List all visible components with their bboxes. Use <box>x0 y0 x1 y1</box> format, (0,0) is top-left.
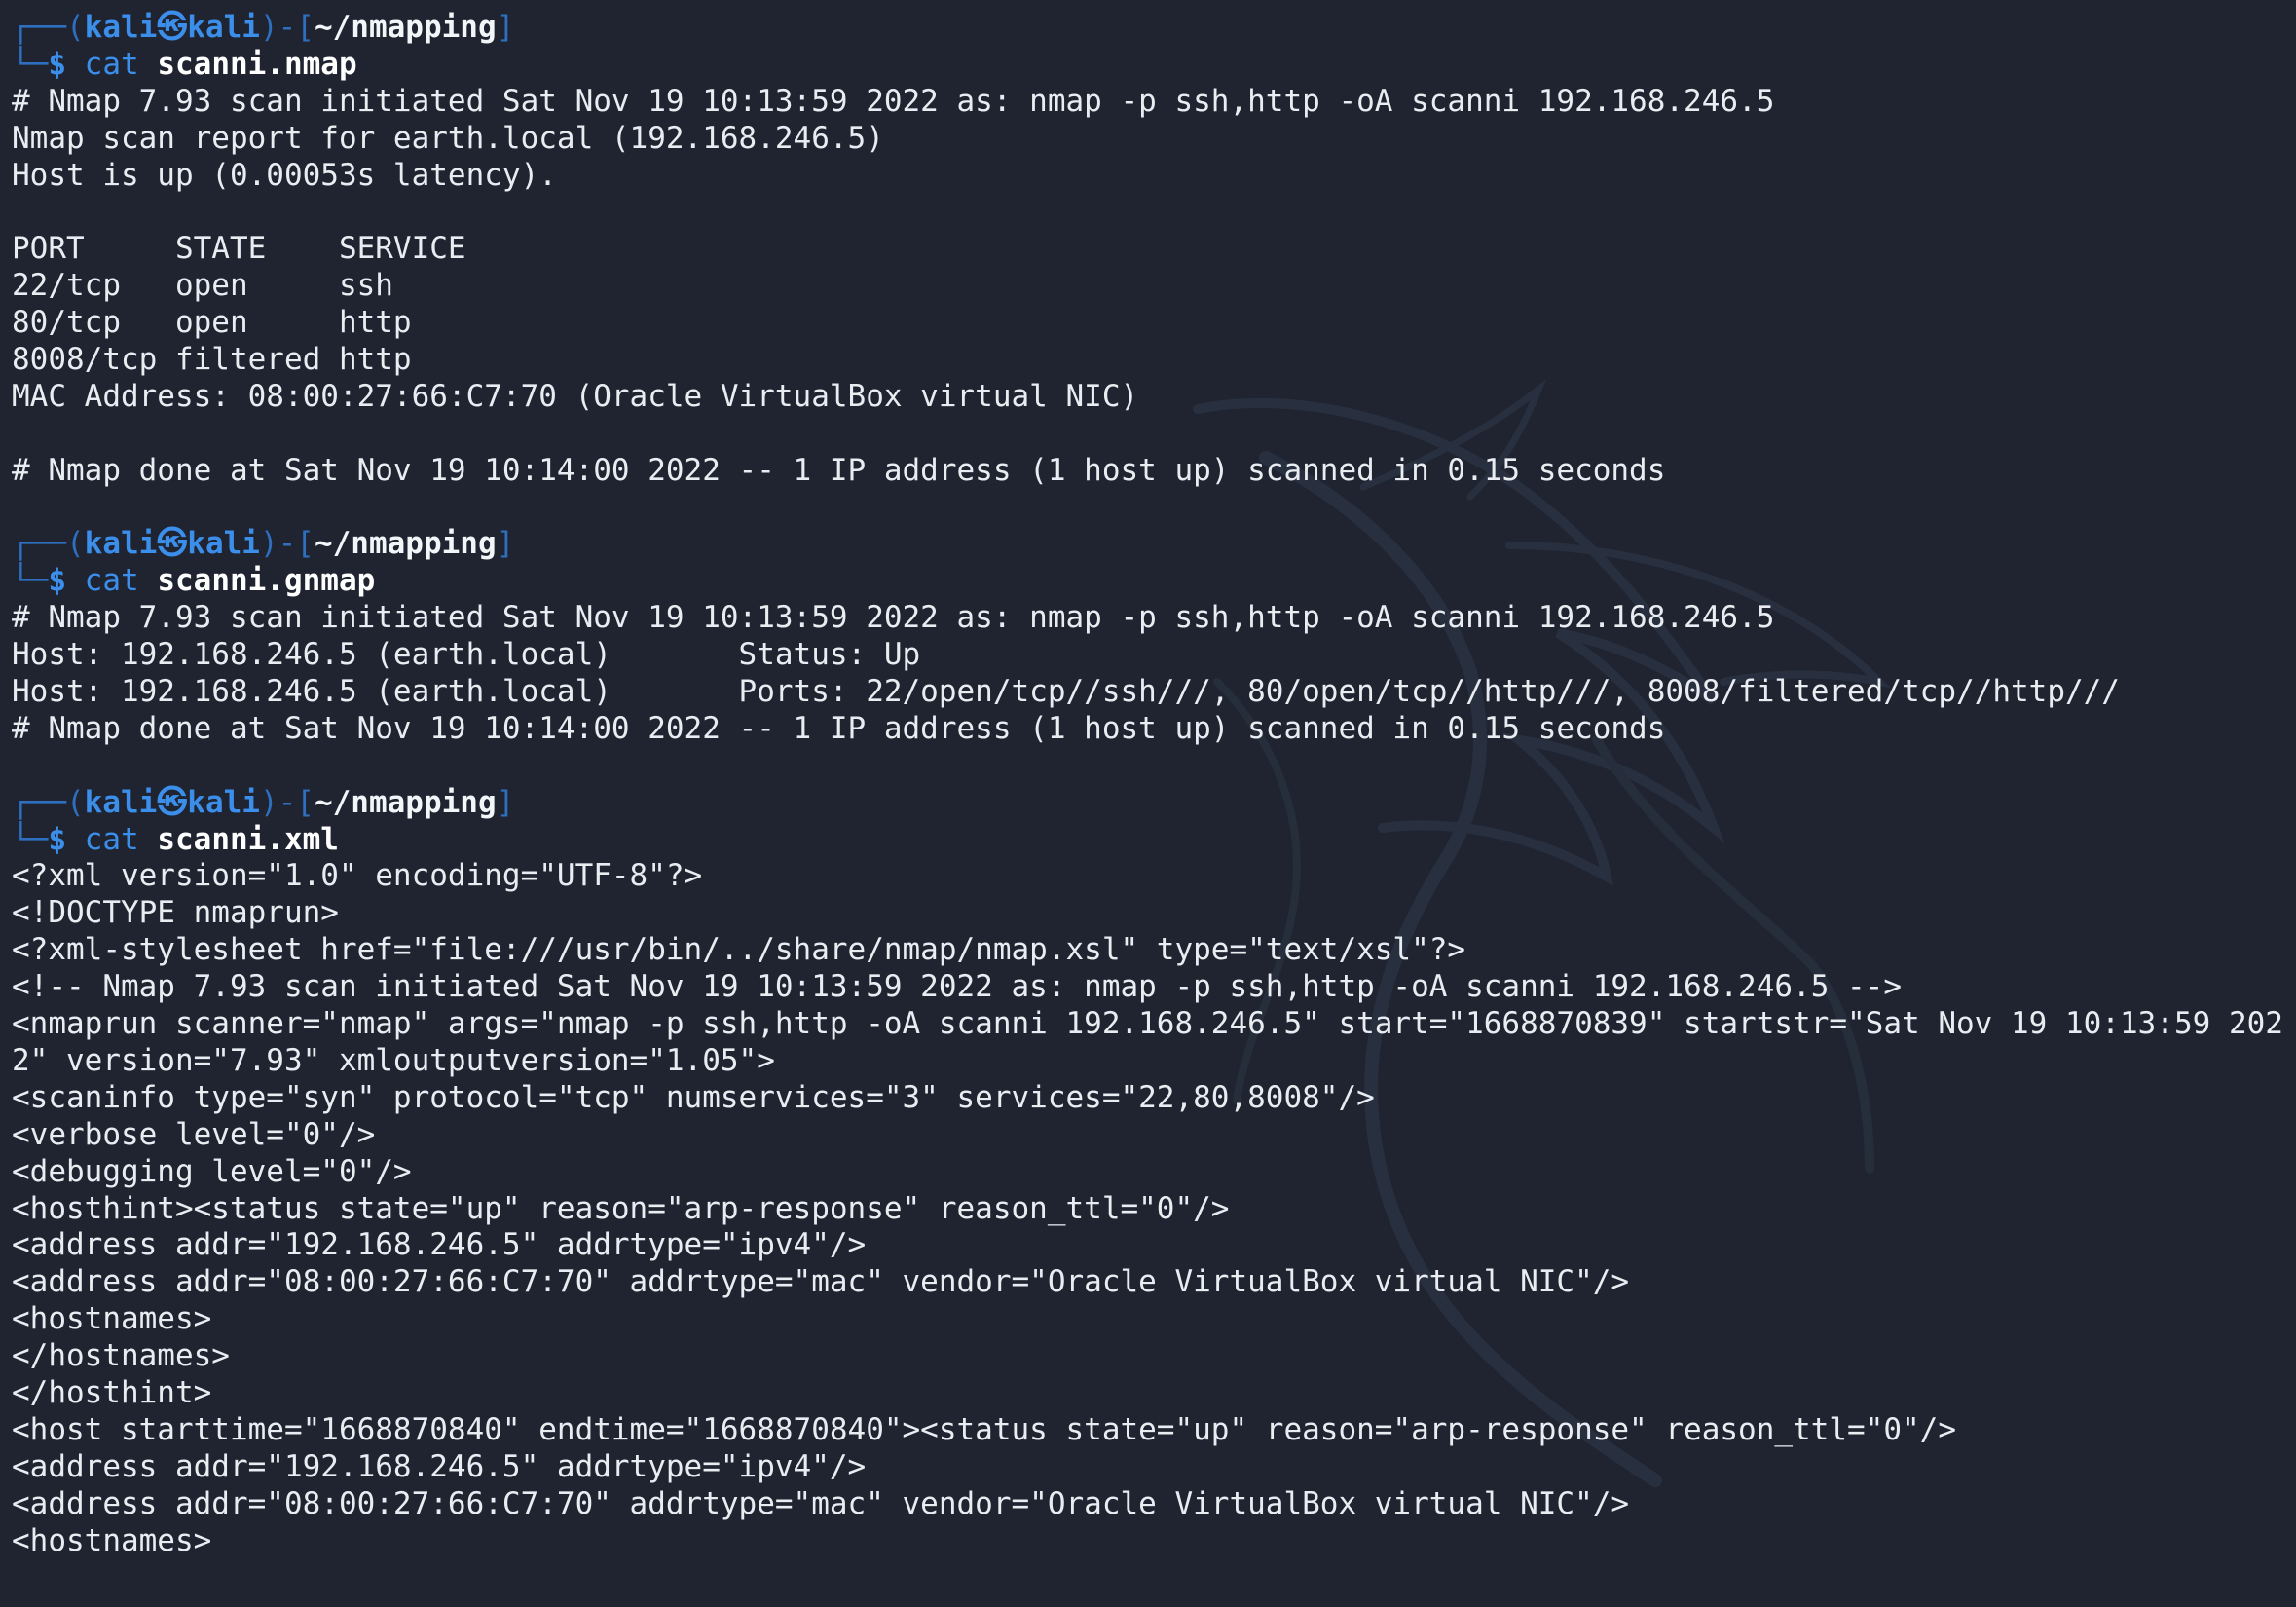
prompt-frame-open: ┌──( <box>12 526 85 562</box>
prompt-frame-mid: )-[ <box>259 526 315 562</box>
output-line: <host starttime="1668870840" endtime="16… <box>12 1411 1957 1447</box>
command-name: cat <box>84 563 139 599</box>
output-line: # Nmap done at Sat Nov 19 10:14:00 2022 … <box>12 452 1666 488</box>
output-line: # Nmap done at Sat Nov 19 10:14:00 2022 … <box>12 710 1666 746</box>
prompt-frame-close: ] <box>496 526 515 562</box>
output-line: <address addr="192.168.246.5" addrtype="… <box>12 1227 867 1263</box>
output-line: 8008/tcp filtered http <box>12 342 412 378</box>
output-line: Host: 192.168.246.5 (earth.local) Status… <box>12 637 921 673</box>
output-line: </hostnames> <box>12 1338 230 1374</box>
prompt-frame-bottom: └─ <box>12 563 49 599</box>
prompt-frame-mid: )-[ <box>259 784 315 820</box>
output-line: 2" version="7.93" xmloutputversion="1.05… <box>12 1042 775 1078</box>
prompt-frame-close: ] <box>496 10 515 45</box>
output-line: <hostnames> <box>12 1522 212 1558</box>
prompt-header-line: ┌──(kali㉿kali)-[~/nmapping] <box>12 526 2296 563</box>
command-space <box>139 47 158 82</box>
output-line: <address addr="192.168.246.5" addrtype="… <box>12 1448 867 1484</box>
output-line: <!-- Nmap 7.93 scan initiated Sat Nov 19… <box>12 969 1903 1005</box>
prompt-dollar-sign: $ <box>48 563 85 599</box>
output-line: 22/tcp open ssh <box>12 268 393 304</box>
output-line: Nmap scan report for earth.local (192.16… <box>12 120 884 156</box>
command-line: └─$ cat scanni.nmap <box>12 47 2296 84</box>
terminal-window[interactable]: ┌──(kali㉿kali)-[~/nmapping] └─$ cat scann… <box>0 0 2296 1607</box>
prompt-header-line: ┌──(kali㉿kali)-[~/nmapping] <box>12 785 2296 822</box>
output-line: <?xml-stylesheet href="file:///usr/bin/.… <box>12 932 1466 968</box>
command-space <box>139 563 158 598</box>
prompt-frame-open: ┌──( <box>12 784 85 820</box>
output-line: <scaninfo type="syn" protocol="tcp" nums… <box>12 1079 1375 1115</box>
output-line: <hosthint><status state="up" reason="arp… <box>12 1190 1230 1226</box>
prompt-cwd: ~/nmapping <box>314 784 497 820</box>
output-line: <nmaprun scanner="nmap" args="nmap -p ss… <box>12 1006 2283 1042</box>
output-line: MAC Address: 08:00:27:66:C7:70 (Oracle V… <box>12 378 1139 414</box>
prompt-frame-bottom: └─ <box>12 46 49 82</box>
command-line: └─$ cat scanni.gnmap <box>12 563 2296 600</box>
command-space <box>139 822 158 857</box>
prompt-dollar-sign: $ <box>48 821 85 857</box>
command-name: cat <box>84 46 139 82</box>
output-line: </hosthint> <box>12 1374 212 1410</box>
output-line: PORT STATE SERVICE <box>12 231 466 267</box>
prompt-frame-open: ┌──( <box>12 10 85 45</box>
command-line: └─$ cat scanni.xml <box>12 822 2296 859</box>
command-argument: scanni.gnmap <box>157 563 376 599</box>
output-line: <!DOCTYPE nmaprun> <box>12 895 339 931</box>
prompt-frame-bottom: └─ <box>12 821 49 857</box>
prompt-cwd: ~/nmapping <box>314 526 497 562</box>
output-line: 80/tcp open http <box>12 305 412 341</box>
prompt-user-host: kali㉿kali <box>84 784 260 820</box>
prompt-cwd: ~/nmapping <box>314 10 497 45</box>
command-argument: scanni.nmap <box>157 46 357 82</box>
output-line: Host is up (0.00053s latency). <box>12 157 557 193</box>
output-line: Host: 192.168.246.5 (earth.local) Ports:… <box>12 674 2120 710</box>
prompt-dollar-sign: $ <box>48 46 85 82</box>
prompt-frame-mid: )-[ <box>259 10 315 45</box>
output-line: <debugging level="0"/> <box>12 1153 412 1189</box>
prompt-frame-close: ] <box>496 784 515 820</box>
output-line: # Nmap 7.93 scan initiated Sat Nov 19 10… <box>12 600 1775 636</box>
output-line: <verbose level="0"/> <box>12 1116 376 1152</box>
prompt-header-line: ┌──(kali㉿kali)-[~/nmapping] <box>12 10 2296 47</box>
output-line: <address addr="08:00:27:66:C7:70" addrty… <box>12 1485 1630 1521</box>
output-line: <hostnames> <box>12 1301 212 1337</box>
prompt-user-host: kali㉿kali <box>84 10 260 45</box>
output-line: <address addr="08:00:27:66:C7:70" addrty… <box>12 1264 1630 1300</box>
terminal-output: ┌──(kali㉿kali)-[~/nmapping] └─$ cat scann… <box>12 10 2296 1559</box>
prompt-user-host: kali㉿kali <box>84 526 260 562</box>
command-argument: scanni.xml <box>157 821 339 857</box>
command-name: cat <box>84 821 139 857</box>
output-line: # Nmap 7.93 scan initiated Sat Nov 19 10… <box>12 83 1775 119</box>
output-line: <?xml version="1.0" encoding="UTF-8"?> <box>12 858 703 894</box>
